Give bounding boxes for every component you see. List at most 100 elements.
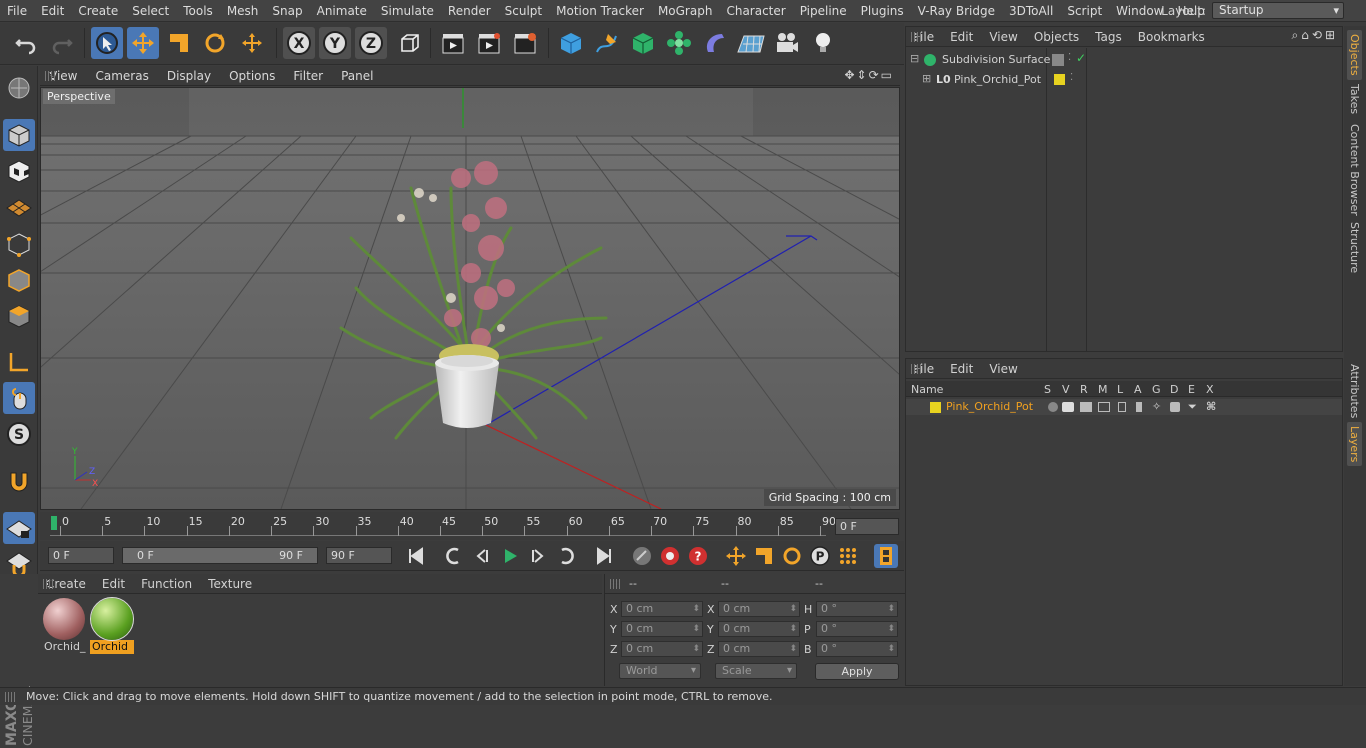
size-mode-dropdown[interactable]: Scale: [715, 663, 797, 679]
viewport-nav-icons[interactable]: ✥⇕⟳▭: [844, 68, 894, 82]
size-y-field[interactable]: 0 cm: [718, 621, 800, 637]
col-xrefs[interactable]: X: [1206, 383, 1214, 397]
y-axis-lock-button[interactable]: Y: [319, 27, 351, 59]
add-light-button[interactable]: [807, 27, 839, 59]
model-mode-button[interactable]: [3, 119, 35, 151]
col-animation[interactable]: A: [1134, 383, 1142, 397]
col-solo[interactable]: S: [1044, 383, 1051, 397]
menu-edit[interactable]: Edit: [34, 0, 71, 22]
live-selection-button[interactable]: [91, 27, 123, 59]
layer-color-icon[interactable]: [1054, 74, 1065, 85]
playhead[interactable]: [51, 516, 57, 530]
edges-mode-button[interactable]: [3, 264, 35, 296]
material-menu-edit[interactable]: Edit: [94, 577, 133, 591]
record-button[interactable]: [658, 544, 682, 568]
current-frame-field[interactable]: 0 F: [835, 518, 899, 535]
obj-menu-view[interactable]: View: [981, 30, 1025, 44]
viewport-menu-panel[interactable]: Panel: [332, 69, 382, 83]
undo-button[interactable]: [10, 27, 42, 59]
enabled-check-icon[interactable]: ✓: [1076, 51, 1086, 65]
menu-character[interactable]: Character: [719, 0, 792, 22]
timeline-track[interactable]: [50, 516, 826, 536]
key-pla-button[interactable]: [836, 544, 860, 568]
move-tool-button[interactable]: [127, 27, 159, 59]
menu-motion-tracker[interactable]: Motion Tracker: [549, 0, 651, 22]
menu-mesh[interactable]: Mesh: [220, 0, 266, 22]
col-expressions[interactable]: E: [1188, 383, 1195, 397]
expression-icon[interactable]: ⏷: [1188, 400, 1197, 414]
menu-simulate[interactable]: Simulate: [374, 0, 441, 22]
points-mode-button[interactable]: [3, 228, 35, 260]
workplane-lock-button[interactable]: [3, 512, 35, 544]
add-camera-button[interactable]: [771, 27, 803, 59]
texture-mode-button[interactable]: [3, 155, 35, 187]
recent-tools-button[interactable]: [236, 27, 268, 59]
obj-menu-edit[interactable]: Edit: [942, 30, 981, 44]
viewport-camera-label[interactable]: Perspective: [43, 89, 115, 104]
menu-vray-bridge[interactable]: V-Ray Bridge: [911, 0, 1002, 22]
menu-pipeline[interactable]: Pipeline: [793, 0, 854, 22]
viewport-menu-cameras[interactable]: Cameras: [86, 69, 157, 83]
workplane-mode-button[interactable]: [3, 191, 35, 223]
manager-tree-icon[interactable]: [1098, 402, 1110, 412]
col-generators[interactable]: G: [1152, 383, 1161, 397]
goto-end-button[interactable]: [592, 544, 616, 568]
tab-takes[interactable]: Takes: [1347, 80, 1362, 118]
viewport-menu-options[interactable]: Options: [220, 69, 284, 83]
tab-objects[interactable]: Objects: [1347, 30, 1362, 80]
start-frame-field[interactable]: 0 F: [48, 547, 114, 564]
tree-minus-icon[interactable]: ⊟: [910, 52, 919, 65]
col-name[interactable]: Name: [911, 383, 943, 397]
next-key-button[interactable]: [554, 544, 578, 568]
menu-animate[interactable]: Animate: [310, 0, 374, 22]
tab-structure[interactable]: Structure: [1347, 218, 1362, 277]
obj-menu-tags[interactable]: Tags: [1087, 30, 1130, 44]
tab-attributes[interactable]: Attributes: [1347, 360, 1362, 422]
record-keys-button[interactable]: [630, 544, 654, 568]
key-parameter-button[interactable]: P: [808, 544, 832, 568]
rotation-b-field[interactable]: 0 °: [816, 641, 898, 657]
viewport-menu-filter[interactable]: Filter: [284, 69, 332, 83]
size-x-field[interactable]: 0 cm: [718, 601, 800, 617]
coordinate-system-button[interactable]: [393, 27, 425, 59]
obj-menu-objects[interactable]: Objects: [1026, 30, 1087, 44]
menu-3dtoall[interactable]: 3DToAll: [1002, 0, 1060, 22]
next-frame-button[interactable]: [526, 544, 550, 568]
render-settings-button[interactable]: [509, 27, 541, 59]
generator-icon[interactable]: ✧: [1152, 400, 1161, 413]
object-name[interactable]: Pink_Orchid_Pot: [954, 73, 1041, 86]
scale-tool-button[interactable]: [163, 27, 195, 59]
menu-mograph[interactable]: MoGraph: [651, 0, 720, 22]
xref-icon[interactable]: ⌘: [1206, 400, 1216, 413]
menu-snap[interactable]: Snap: [265, 0, 309, 22]
render-clapper-icon[interactable]: [1080, 402, 1092, 412]
menu-plugins[interactable]: Plugins: [854, 0, 911, 22]
obj-search-home-icons[interactable]: ⌕⌂⟲⊞: [1292, 28, 1338, 43]
apply-button[interactable]: Apply: [815, 663, 899, 680]
snapping-button[interactable]: [3, 466, 35, 498]
timeline-ruler[interactable]: 0 5 10 15 20 25 30 35 40 45 50 55 60 65 70 75 80 85 90 0 F: [40, 512, 900, 540]
solo-toggle-icon[interactable]: [1048, 402, 1058, 412]
add-spline-button[interactable]: [591, 27, 623, 59]
material-swatch-selected[interactable]: Orchid: [90, 597, 134, 654]
rotation-h-field[interactable]: 0 °: [816, 601, 898, 617]
visibility-dots-icon[interactable]: ⁚: [1068, 52, 1071, 63]
end-frame-field[interactable]: 90 F: [326, 547, 392, 564]
animation-icon[interactable]: [1136, 402, 1142, 412]
object-name[interactable]: Subdivision Surface: [942, 53, 1050, 66]
material-menu-texture[interactable]: Texture: [200, 577, 260, 591]
material-swatch[interactable]: Orchid_: [42, 598, 86, 654]
object-row-pot[interactable]: ⊞ L0 Pink_Orchid_Pot ⁚: [908, 71, 1344, 89]
key-position-button[interactable]: [724, 544, 748, 568]
tab-content-browser[interactable]: Content Browser: [1347, 120, 1362, 220]
tweak-mode-button[interactable]: [3, 382, 35, 414]
key-scale-button[interactable]: [752, 544, 776, 568]
layer-row[interactable]: Pink_Orchid_Pot ✧ ⏷ ⌘: [906, 399, 1342, 415]
position-x-field[interactable]: 0 cm: [621, 601, 703, 617]
tab-layers[interactable]: Layers: [1347, 422, 1362, 467]
redo-button[interactable]: [46, 27, 78, 59]
material-menu-function[interactable]: Function: [133, 577, 200, 591]
add-mograph-button[interactable]: [663, 27, 695, 59]
lock-icon[interactable]: [1118, 402, 1126, 412]
menu-sculpt[interactable]: Sculpt: [498, 0, 549, 22]
